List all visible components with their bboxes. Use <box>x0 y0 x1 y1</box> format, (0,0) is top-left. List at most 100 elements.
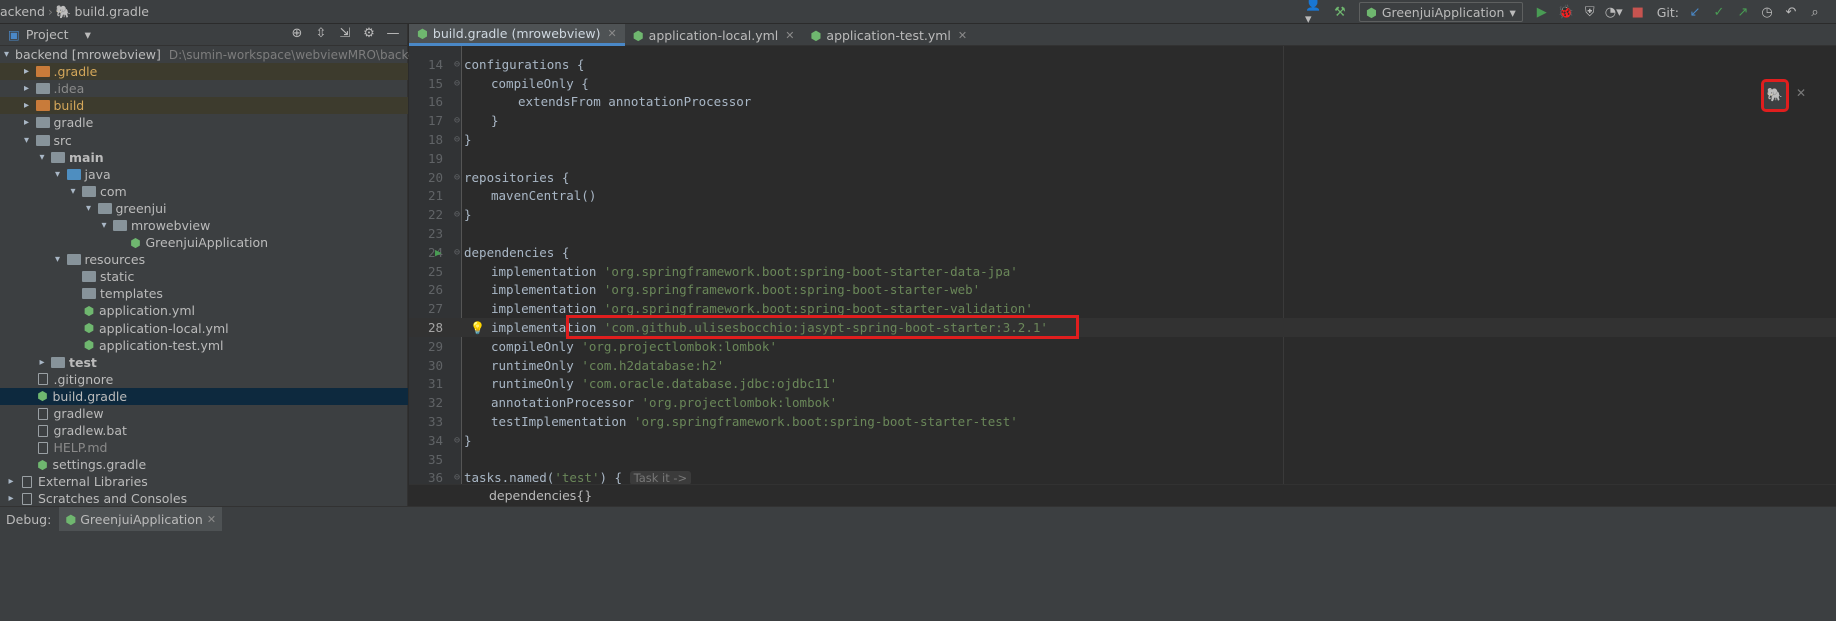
chevron-down-icon[interactable]: ▾ <box>4 49 9 60</box>
code-editor[interactable]: 14 ⊖ configurations {15 ⊖ compileOnly {16 ext… <box>409 46 1836 484</box>
close-icon[interactable]: ✕ <box>608 27 617 40</box>
fold-icon[interactable]: ⊖ <box>452 78 462 89</box>
chevron-down-icon[interactable]: ▾ <box>51 169 65 180</box>
code-line[interactable]: 18 ⊖} <box>409 130 1836 149</box>
tree-item[interactable]: .gitignore <box>0 371 408 388</box>
code-line[interactable]: 23 <box>409 224 1836 243</box>
tree-item[interactable]: ▸ Scratches and Consoles <box>0 490 408 507</box>
history-icon[interactable]: ◷ <box>1756 1 1778 23</box>
stop-icon[interactable]: ■ <box>1627 1 1649 23</box>
tree-item[interactable]: ▾ java <box>0 166 408 183</box>
chevron-right-icon[interactable]: ▸ <box>4 476 18 487</box>
tree-item[interactable]: ▸ gradle <box>0 114 408 131</box>
git-commit-icon[interactable]: ✓ <box>1708 1 1730 23</box>
tree-item[interactable]: ⬢ GreenjuiApplication <box>0 234 408 251</box>
tree-item[interactable]: ▸ test <box>0 354 408 371</box>
profile-icon[interactable]: ◔▾ <box>1603 1 1625 23</box>
expand-all-icon[interactable]: ⇳ <box>311 26 331 41</box>
code-line[interactable]: 17 ⊖} <box>409 111 1836 130</box>
fold-icon[interactable]: ⊖ <box>452 115 462 126</box>
collapse-all-icon[interactable]: ⇲ <box>335 26 355 41</box>
coverage-icon[interactable]: ⛨ <box>1579 1 1601 23</box>
editor-tab[interactable]: ⬢ application-test.yml ✕ <box>802 24 975 46</box>
tree-item[interactable]: templates <box>0 285 408 302</box>
code-line[interactable]: 16 extendsFrom annotationProcessor <box>409 93 1836 112</box>
chevron-down-icon[interactable]: ▾ <box>51 254 65 265</box>
code-line[interactable]: 19 <box>409 149 1836 168</box>
fold-icon[interactable]: ⊖ <box>452 247 462 258</box>
code-line[interactable]: 20 ⊖ repositories { <box>409 168 1836 187</box>
run-gutter-icon[interactable]: ▶ <box>435 246 442 259</box>
code-line[interactable]: 35 <box>409 450 1836 469</box>
search-everywhere-icon[interactable]: ⌕ <box>1804 1 1826 23</box>
tree-item[interactable]: ⬢ application-local.yml <box>0 320 408 337</box>
chevron-down-icon[interactable]: ▾ <box>66 186 80 197</box>
chevron-down-icon[interactable]: ▾ <box>82 203 96 214</box>
tree-item[interactable]: ▾ resources <box>0 251 408 268</box>
editor-tab[interactable]: ⬢ build.gradle (mrowebview) ✕ <box>409 24 625 46</box>
tree-item[interactable]: ▾ backend [mrowebview] D:\sumin-workspace\… <box>0 46 431 63</box>
tree-item[interactable]: ▾ com <box>0 183 408 200</box>
editor-breadcrumb-item[interactable]: dependencies{} <box>489 488 592 503</box>
chevron-right-icon[interactable]: ▸ <box>4 493 18 504</box>
locate-file-icon[interactable]: ⊕ <box>287 26 307 41</box>
debug-icon[interactable]: 🐞 <box>1555 1 1577 23</box>
code-line[interactable]: 22 ⊖} <box>409 205 1836 224</box>
code-line[interactable]: 29 compileOnly 'org.projectlombok:lombok' <box>409 337 1836 356</box>
breadcrumb-item-file[interactable]: build.gradle <box>74 4 149 19</box>
run-configuration-select[interactable]: ⬢ GreenjuiApplication ▾ <box>1358 2 1523 22</box>
code-line[interactable]: 24 ⊖ ▶ dependencies { <box>409 243 1836 262</box>
rollback-icon[interactable]: ↶ <box>1780 1 1802 23</box>
code-line[interactable]: 32 annotationProcessor 'org.projectlombok… <box>409 393 1836 412</box>
code-line[interactable]: 33 testImplementation 'org.springframewor… <box>409 412 1836 431</box>
close-icon[interactable]: ✕ <box>785 29 794 42</box>
gear-icon[interactable]: ⚙ <box>359 26 379 41</box>
chevron-down-icon[interactable]: ▾ <box>85 27 91 42</box>
tree-item[interactable]: ▾ src <box>0 131 408 148</box>
tree-item[interactable]: gradlew <box>0 405 408 422</box>
close-icon[interactable]: ✕ <box>1796 86 1806 100</box>
code-line[interactable]: 30 runtimeOnly 'com.h2database:h2' <box>409 356 1836 375</box>
tree-item[interactable]: ▸ External Libraries <box>0 473 408 490</box>
tree-item[interactable]: ▸ .gradle <box>0 63 408 81</box>
tree-item[interactable]: ▾ mrowebview <box>0 217 408 234</box>
code-line[interactable]: 36 ⊖ tasks.named('test') { Task it -> <box>409 469 1836 484</box>
fold-icon[interactable]: ⊖ <box>452 59 462 70</box>
fold-icon[interactable]: ⊖ <box>452 134 462 145</box>
code-line[interactable]: 21 mavenCentral() <box>409 187 1836 206</box>
lightbulb-icon[interactable]: 💡 <box>470 321 485 335</box>
fold-icon[interactable]: ⊖ <box>452 472 462 483</box>
tree-item[interactable]: gradlew.bat <box>0 422 408 439</box>
tree-item[interactable]: HELP.md <box>0 439 408 456</box>
editor-tab[interactable]: ⬢ application-local.yml ✕ <box>625 24 803 46</box>
code-line[interactable]: 34 ⊖} <box>409 431 1836 450</box>
chevron-down-icon[interactable]: ▾ <box>97 220 111 231</box>
tree-item[interactable]: ▾ main <box>0 149 408 166</box>
user-icon[interactable]: 👤▾ <box>1305 0 1327 27</box>
code-line[interactable]: 25 implementation 'org.springframework.bo… <box>409 262 1836 281</box>
close-icon[interactable]: ✕ <box>958 29 967 42</box>
fold-icon[interactable]: ⊖ <box>452 172 462 183</box>
tree-item[interactable]: ⬢ application-test.yml <box>0 337 408 354</box>
code-line[interactable]: 26 implementation 'org.springframework.bo… <box>409 281 1836 300</box>
git-update-icon[interactable]: ↙ <box>1684 1 1706 23</box>
breadcrumb-item-project[interactable]: ackend <box>0 4 45 19</box>
chevron-down-icon[interactable]: ▾ <box>35 152 49 163</box>
tree-item[interactable]: ⬢ settings.gradle <box>0 456 408 473</box>
debug-session-tab[interactable]: ⬢ GreenjuiApplication ✕ <box>59 507 223 531</box>
load-gradle-changes-button[interactable]: 🐘 <box>1761 79 1789 112</box>
tree-item[interactable]: static <box>0 268 408 285</box>
chevron-right-icon[interactable]: ▸ <box>35 357 49 368</box>
run-icon[interactable]: ▶ <box>1531 1 1553 23</box>
build-hammer-icon[interactable]: ⚒ <box>1329 1 1351 23</box>
tree-item[interactable]: ▸ .idea <box>0 80 408 97</box>
tree-item[interactable]: ▸ build <box>0 97 408 115</box>
chevron-right-icon[interactable]: ▸ <box>20 100 34 111</box>
code-line[interactable]: 31 runtimeOnly 'com.oracle.database.jdbc:… <box>409 375 1836 394</box>
project-panel-title[interactable]: Project <box>26 27 69 42</box>
code-line[interactable]: 14 ⊖ configurations { <box>409 55 1836 74</box>
tree-item[interactable]: ▾ greenjui <box>0 200 408 217</box>
tree-item[interactable]: ⬢ application.yml <box>0 302 408 319</box>
fold-icon[interactable]: ⊖ <box>452 209 462 220</box>
tree-item[interactable]: ⬢ build.gradle <box>0 387 408 405</box>
